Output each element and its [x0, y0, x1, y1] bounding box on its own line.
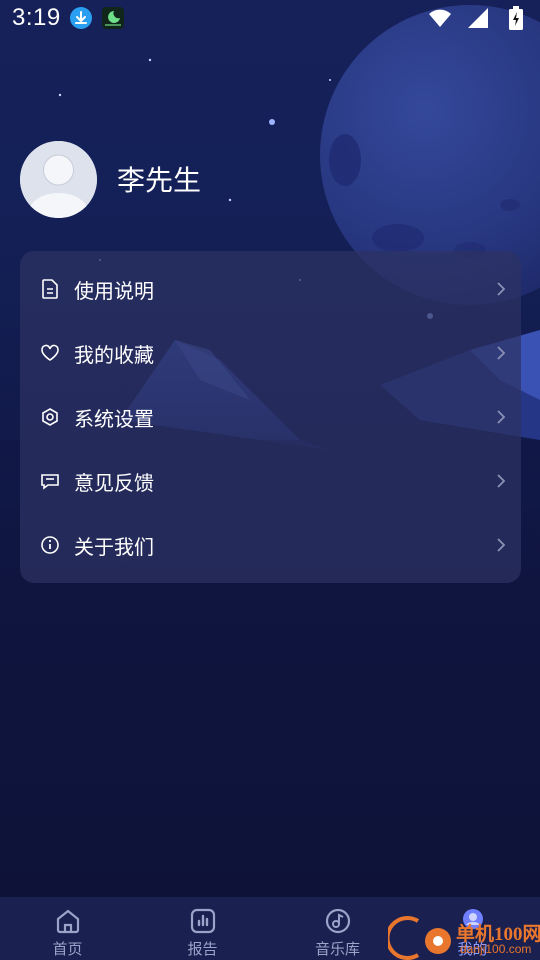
status-time: 3:19: [12, 4, 61, 31]
menu-item-settings[interactable]: 系统设置: [20, 385, 521, 449]
chevron-right-icon: [493, 408, 509, 426]
menu-card: 使用说明 我的收藏 系统设置 意见反馈 关于我们: [20, 251, 521, 583]
signal-icon: [466, 6, 490, 30]
nav-label: 音乐库: [314, 940, 360, 958]
chevron-right-icon: [493, 280, 509, 298]
nav-label: 报告: [187, 940, 218, 958]
menu-item-favorites[interactable]: 我的收藏: [20, 321, 521, 385]
user-name: 李先生: [117, 164, 202, 197]
home-icon: [53, 906, 83, 936]
download-icon: [69, 6, 93, 30]
heart-icon: [40, 343, 60, 363]
watermark: 单机100网 danji100.com: [388, 913, 540, 960]
nav-music-library[interactable]: 音乐库: [270, 897, 405, 960]
chevron-right-icon: [493, 472, 509, 490]
watermark-logo-icon: [388, 916, 451, 960]
document-icon: [40, 279, 60, 299]
info-icon: [40, 535, 60, 555]
default-avatar-icon: [20, 140, 97, 218]
menu-item-label: 意见反馈: [74, 470, 154, 495]
avatar[interactable]: [20, 140, 97, 218]
menu-item-label: 关于我们: [74, 534, 154, 559]
chevron-right-icon: [493, 344, 509, 362]
nav-home[interactable]: 首页: [0, 897, 135, 960]
battery-charging-icon: [504, 6, 528, 30]
settings-icon: [40, 407, 60, 427]
menu-item-label: 我的收藏: [74, 342, 154, 367]
music-library-icon: [323, 906, 353, 936]
nav-report[interactable]: 报告: [135, 897, 270, 960]
menu-item-about[interactable]: 关于我们: [20, 513, 521, 577]
report-icon: [188, 906, 218, 936]
status-bar: 3:19: [0, 0, 540, 36]
app-notification-icon: [101, 6, 125, 30]
nav-label: 首页: [52, 940, 83, 958]
menu-item-instructions[interactable]: 使用说明: [20, 257, 521, 321]
menu-item-label: 使用说明: [74, 278, 154, 303]
menu-item-feedback[interactable]: 意见反馈: [20, 449, 521, 513]
watermark-url: danji100.com: [460, 942, 532, 956]
wifi-icon: [428, 6, 452, 30]
feedback-icon: [40, 471, 60, 491]
chevron-right-icon: [493, 536, 509, 554]
menu-item-label: 系统设置: [74, 406, 154, 431]
profile-header[interactable]: 李先生: [20, 140, 201, 218]
